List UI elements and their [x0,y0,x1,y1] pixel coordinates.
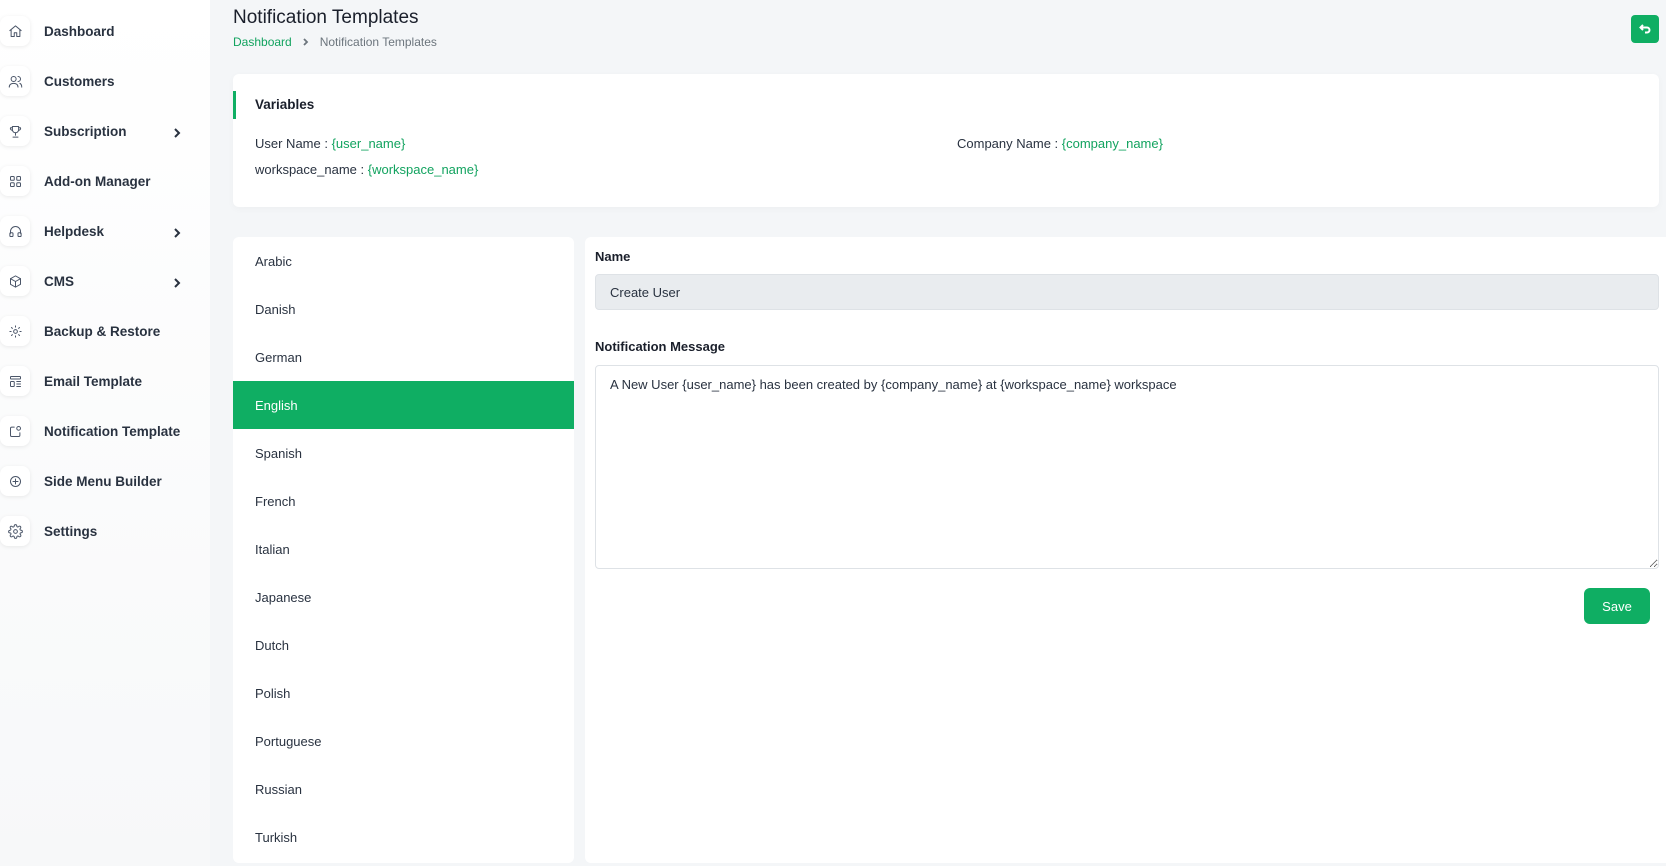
variable-value: {workspace_name} [367,162,479,177]
back-button[interactable] [1631,15,1659,43]
sidebar-item-label: Dashboard [44,23,115,39]
card-accent [233,91,236,119]
sidebar-item-label: Side Menu Builder [44,473,162,489]
sidebar-item-backup-restore[interactable]: Backup & Restore [0,306,210,356]
variable-label: User Name : [255,136,332,151]
sidebar-item-dashboard[interactable]: Dashboard [0,6,210,56]
variable-label: Company Name : [957,136,1062,151]
sidebar-item-email-template[interactable]: Email Template [0,356,210,406]
language-item-dutch[interactable]: Dutch [233,621,574,669]
sidebar-item-label: Backup & Restore [44,323,161,339]
save-button[interactable]: Save [1584,588,1650,624]
chevron-right-icon [302,38,310,46]
breadcrumb-current: Notification Templates [319,35,437,49]
language-item-french[interactable]: French [233,477,574,525]
language-item-english[interactable]: English [233,381,574,429]
sidebar-item-subscription[interactable]: Subscription [0,106,210,156]
sidebar-item-label: Notification Template [44,423,181,439]
name-input[interactable] [595,274,1659,310]
variable-company-name: Company Name : {company_name} [957,136,1163,151]
back-arrow-icon [1639,24,1651,34]
backup-icon [0,316,30,346]
sidebar-item-label: Helpdesk [44,223,105,239]
sidebar-item-label: CMS [44,273,74,289]
language-item-arabic[interactable]: Arabic [233,237,574,285]
name-label: Name [595,249,631,264]
variable-value: {user_name} [331,136,406,151]
language-item-polish[interactable]: Polish [233,669,574,717]
apps-icon [0,166,30,196]
language-item-spanish[interactable]: Spanish [233,429,574,477]
template-form: Name Notification Message A New User {us… [585,237,1666,863]
sidebar-item-customers[interactable]: Customers [0,56,210,106]
variable-value: {company_name} [1061,136,1163,151]
language-item-portuguese[interactable]: Portuguese [233,717,574,765]
notification-message-label: Notification Message [595,339,726,354]
language-item-turkish[interactable]: Turkish [233,813,574,861]
sidebar-item-label: Add-on Manager [44,173,151,189]
language-list: Arabic Danish German English Spanish Fre… [233,237,574,863]
sidebar-item-cms[interactable]: CMS [0,256,210,306]
chevron-right-icon [172,276,182,288]
users-icon [0,66,30,96]
variable-workspace-name: workspace_name : {workspace_name} [255,162,478,177]
breadcrumb: Dashboard Notification Templates [233,35,437,49]
sidebar-item-addon-manager[interactable]: Add-on Manager [0,156,210,206]
package-icon [0,266,30,296]
language-item-italian[interactable]: Italian [233,525,574,573]
sidebar-item-label: Settings [44,523,98,539]
language-item-german[interactable]: German [233,333,574,381]
headphones-icon [0,216,30,246]
sidebar-item-settings[interactable]: Settings [0,506,210,556]
language-item-japanese[interactable]: Japanese [233,573,574,621]
trophy-icon [0,116,30,146]
sidebar-menu: Dashboard Customers Subscription Add-on … [0,0,210,556]
variable-user-name: User Name : {user_name} [255,136,405,151]
template-icon [0,366,30,396]
notification-icon [0,416,30,446]
sidebar-item-helpdesk[interactable]: Helpdesk [0,206,210,256]
chevron-right-icon [172,126,182,138]
home-icon [0,16,30,46]
circle-plus-icon [0,466,30,496]
sidebar-item-notification-template[interactable]: Notification Template [0,406,210,456]
sidebar: Dashboard Customers Subscription Add-on … [0,0,210,866]
notification-message-textarea[interactable]: A New User {user_name} has been created … [595,365,1659,569]
breadcrumb-dashboard-link[interactable]: Dashboard [233,35,292,49]
chevron-right-icon [172,226,182,238]
gear-icon [0,516,30,546]
variables-title: Variables [255,97,315,112]
variables-card: Variables User Name : {user_name} Compan… [233,74,1659,207]
page-title: Notification Templates [233,7,419,28]
sidebar-item-label: Email Template [44,373,143,389]
sidebar-item-label: Subscription [44,123,127,139]
sidebar-item-label: Customers [44,73,115,89]
sidebar-item-side-menu-builder[interactable]: Side Menu Builder [0,456,210,506]
variable-label: workspace_name : [255,162,368,177]
language-item-russian[interactable]: Russian [233,765,574,813]
language-item-danish[interactable]: Danish [233,285,574,333]
